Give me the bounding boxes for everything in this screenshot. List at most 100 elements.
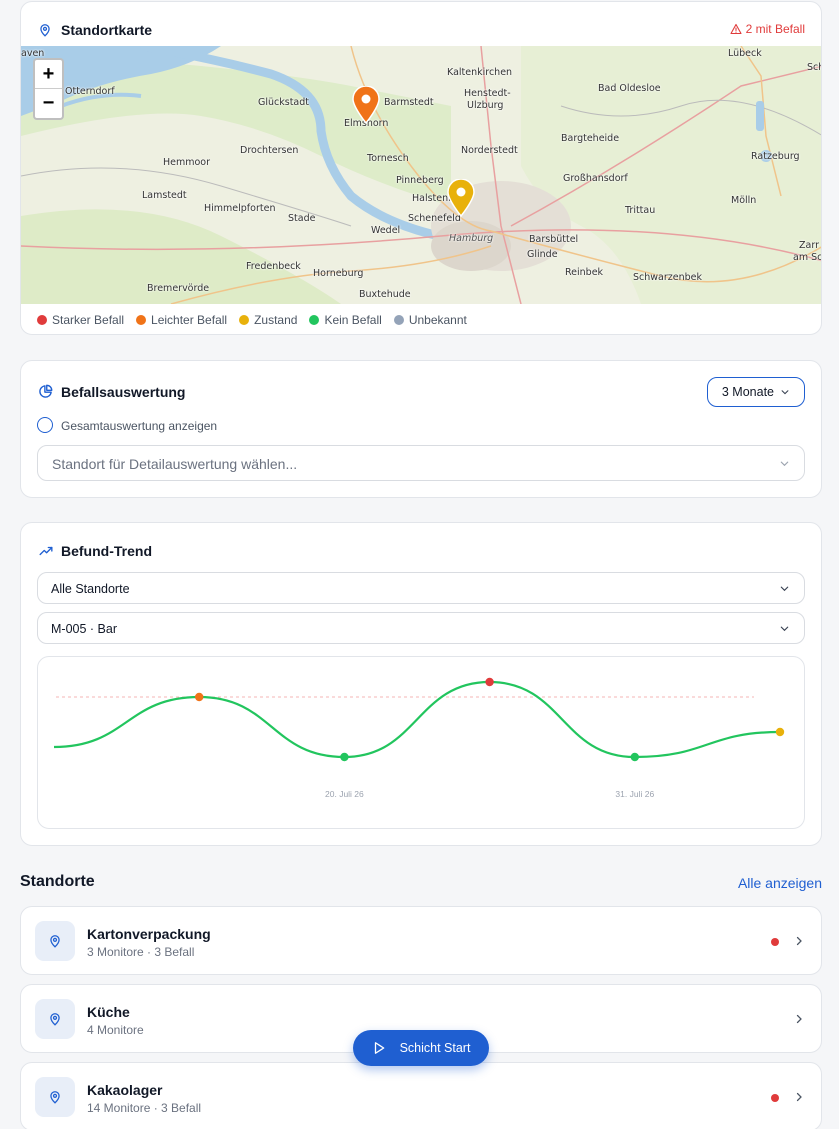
location-name: Kartonverpackung — [87, 926, 211, 942]
chevron-down-icon — [780, 461, 789, 467]
data-point[interactable] — [195, 692, 204, 702]
map-label: Wedel — [371, 225, 401, 236]
zoom-in-button[interactable]: + — [35, 60, 62, 89]
map-legend: Starker Befall Leichter Befall Zustand K… — [37, 313, 467, 327]
alert-count: 2 mit Befall — [745, 22, 805, 36]
legend-label: Unbekannt — [408, 313, 467, 327]
map-label: Drochtersen — [240, 145, 299, 156]
location-row[interactable]: Kakaolager 14 Monitore · 3 Befall — [20, 1062, 822, 1129]
warning-icon — [730, 23, 742, 35]
trend-location-value: Alle Standorte — [51, 582, 130, 596]
overall-radio[interactable] — [37, 417, 53, 433]
legend-dot — [136, 315, 147, 325]
map-label: Horneburg — [313, 268, 364, 279]
legend-label: Kein Befall — [324, 313, 382, 327]
trend-monitor-value: M-005 · Bar — [51, 622, 117, 636]
map-label: Sch — [807, 62, 821, 73]
map-pin-icon — [50, 935, 60, 948]
map-pin-icon — [40, 24, 50, 37]
trend-location-select[interactable]: Alle Standorte — [37, 572, 805, 604]
data-point[interactable] — [775, 727, 785, 737]
play-icon — [374, 1042, 384, 1054]
shift-start-button[interactable]: Schicht Start — [353, 1030, 489, 1066]
zoom-controls: + − — [33, 58, 64, 120]
legend-item: Unbekannt — [393, 313, 467, 327]
map-label: Barmstedt — [384, 97, 434, 108]
map-label: Hamburg — [449, 233, 494, 244]
legend-dot — [309, 315, 320, 325]
alert-dot — [771, 1094, 779, 1102]
x-tick-label: 20. Juli 26 — [325, 789, 364, 799]
period-select[interactable]: 3 Monate — [706, 377, 805, 407]
chevron-right-icon — [796, 936, 802, 946]
legend-item: Kein Befall — [309, 313, 382, 327]
data-point[interactable] — [340, 752, 349, 762]
map-label: Otterndorf — [65, 86, 115, 97]
map-card: Standortkarte 2 mit Befall aven Lübeck S… — [20, 1, 822, 335]
chevron-down-icon — [780, 626, 789, 632]
analysis-card: Befallsauswertung 3 Monate Gesamtauswert… — [20, 360, 822, 498]
map-label: Hemmoor — [163, 157, 211, 168]
location-row[interactable]: Kartonverpackung 3 Monitore · 3 Befall — [20, 906, 822, 975]
x-tick-label: 31. Juli 26 — [615, 789, 654, 799]
map-pin-icon — [50, 1013, 60, 1026]
legend-dot — [37, 315, 47, 325]
location-select[interactable]: Standort für Detailauswertung wählen... — [37, 445, 805, 481]
chevron-right-icon — [796, 1014, 802, 1024]
overall-label: Gesamtauswertung anzeigen — [61, 419, 218, 433]
map-label: Glückstadt — [258, 97, 309, 108]
legend-item: Leichter Befall — [136, 313, 227, 327]
trend-card-title: Befund-Trend — [61, 543, 152, 559]
legend-dot — [239, 315, 250, 325]
map-label: Buxtehude — [359, 289, 411, 300]
trend-monitor-select[interactable]: M-005 · Bar — [37, 612, 805, 644]
trend-card: Befund-Trend Alle Standorte M-005 · Bar … — [20, 522, 822, 846]
map-label: Barsbüttel — [529, 234, 579, 245]
map-label: Ratzeburg — [751, 151, 800, 162]
shift-start-label: Schicht Start — [399, 1041, 471, 1055]
legend-item: Zustand — [239, 313, 297, 327]
map-label: Schwarzenbek — [633, 272, 703, 283]
map-label: Fredenbeck — [246, 261, 301, 272]
map-label: Pinneberg — [396, 175, 444, 186]
location-name: Küche — [87, 1004, 130, 1020]
location-details: 4 Monitore — [87, 1023, 144, 1037]
location-icon-box — [35, 1077, 75, 1117]
map-pin-icon — [50, 1091, 60, 1104]
zoom-out-button[interactable]: − — [35, 89, 62, 118]
map-view[interactable]: aven Lübeck Sch Kaltenkirchen Otterndorf… — [21, 46, 822, 304]
location-icon-box — [35, 921, 75, 961]
location-icon-box — [35, 999, 75, 1039]
show-all-link[interactable]: Alle anzeigen — [738, 875, 822, 891]
locations-title: Standorte — [20, 873, 95, 890]
map-label: Tornesch — [367, 153, 409, 164]
pie-chart-icon — [39, 384, 53, 398]
map-label: Kaltenkirchen — [447, 67, 513, 78]
legend-dot — [393, 315, 404, 325]
map-label: am Sc — [793, 252, 822, 263]
location-name: Kakaolager — [87, 1082, 163, 1098]
map-label: Reinbek — [565, 267, 604, 278]
data-point[interactable] — [630, 752, 639, 762]
chevron-down-icon — [780, 586, 789, 592]
map-label: Lübeck — [728, 48, 762, 59]
map-label: Himmelpforten — [204, 203, 276, 214]
trend-chart-svg: 20. Juli 26 31. Juli 26 — [53, 677, 785, 799]
location-details: 14 Monitore · 3 Befall — [87, 1101, 202, 1115]
map-label: Lamstedt — [142, 190, 187, 201]
period-value: 3 Monate — [721, 385, 774, 399]
legend-label: Zustand — [254, 313, 298, 327]
map-label: Henstedt- — [464, 88, 511, 99]
location-select-placeholder: Standort für Detailauswertung wählen... — [52, 456, 298, 472]
analysis-card-title: Befallsauswertung — [61, 384, 186, 400]
location-details: 3 Monitore · 3 Befall — [87, 945, 195, 959]
map-label: Stade — [288, 213, 316, 224]
map-label: Bad Oldesloe — [598, 83, 661, 94]
trend-line — [53, 680, 781, 759]
map-label: Norderstedt — [461, 145, 518, 156]
map-label: Großhansdorf — [563, 173, 628, 184]
data-point[interactable] — [485, 677, 494, 687]
marker-zustand[interactable] — [446, 179, 476, 217]
marker-leichter-befall[interactable] — [351, 86, 381, 124]
legend-label: Leichter Befall — [151, 313, 228, 327]
